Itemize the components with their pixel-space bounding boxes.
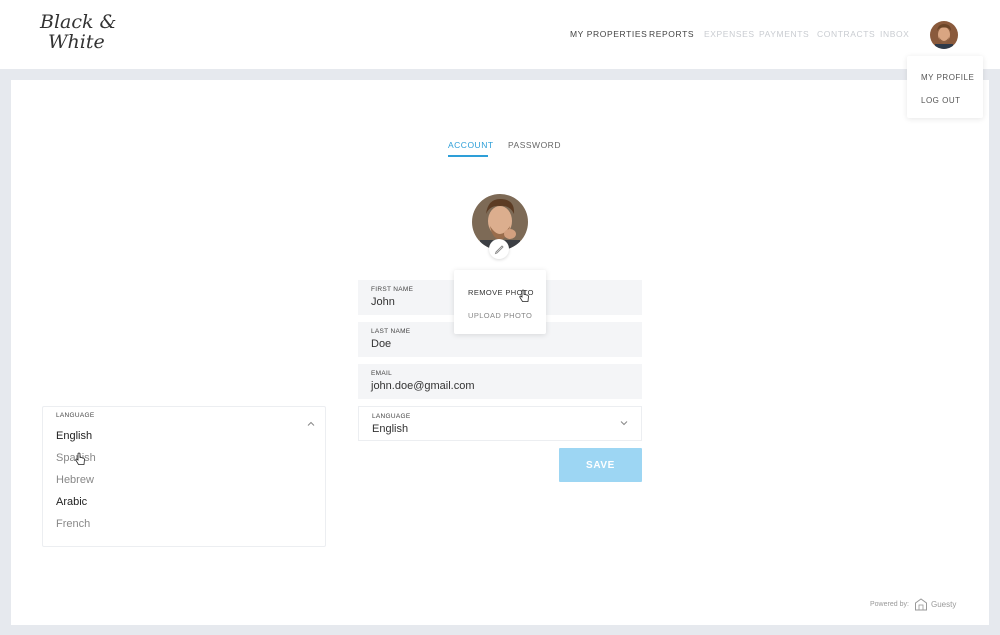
- profile-dropdown-menu: MY PROFILE LOG OUT: [907, 56, 983, 118]
- user-avatar[interactable]: [930, 21, 958, 49]
- language-option-hebrew[interactable]: Hebrew: [56, 474, 94, 486]
- photo-options-menu: REMOVE PHOTO UPLOAD PHOTO: [454, 270, 546, 334]
- brand-logo[interactable]: Black & White: [40, 12, 116, 52]
- language-option-french[interactable]: French: [56, 518, 90, 530]
- hand-cursor-icon: [75, 452, 85, 465]
- language-select[interactable]: LANGUAGE English: [358, 406, 642, 441]
- tab-password[interactable]: PASSWORD: [508, 140, 561, 150]
- menu-item-my-profile[interactable]: MY PROFILE: [921, 73, 974, 82]
- save-button[interactable]: SAVE: [559, 448, 642, 482]
- powered-by-label: Powered by:: [870, 601, 909, 608]
- last-name-value: Doe: [371, 338, 392, 350]
- language-value: English: [372, 423, 409, 435]
- edit-photo-button[interactable]: [489, 239, 509, 259]
- first-name-value: John: [371, 296, 395, 308]
- language-option-english[interactable]: English: [56, 430, 92, 442]
- tab-account[interactable]: ACCOUNT: [448, 140, 494, 150]
- hand-cursor-icon: [519, 289, 529, 302]
- top-bar: Black & White MY PROPERTIES REPORTS EXPE…: [0, 0, 1000, 69]
- language-option-arabic[interactable]: Arabic: [56, 496, 87, 508]
- active-tab-underline: [448, 155, 488, 157]
- nav-payments[interactable]: PAYMENTS: [759, 29, 809, 39]
- last-name-label: LAST NAME: [371, 328, 411, 335]
- edit-pencil-icon: [494, 245, 504, 255]
- email-value: john.doe@gmail.com: [371, 380, 475, 392]
- menu-item-log-out[interactable]: LOG OUT: [921, 96, 961, 105]
- guesty-logo-icon: [915, 598, 927, 611]
- nav-inbox[interactable]: INBOX: [880, 29, 909, 39]
- nav-contracts[interactable]: CONTRACTS: [817, 29, 875, 39]
- logo-line-2: White: [48, 31, 105, 53]
- email-field[interactable]: EMAIL john.doe@gmail.com: [358, 364, 642, 399]
- chevron-up-icon[interactable]: [306, 419, 316, 429]
- language-dropdown-expanded: LANGUAGE English Spanish Hebrew Arabic F…: [42, 406, 326, 547]
- avatar-image: [930, 21, 958, 49]
- nav-expenses[interactable]: EXPENSES: [704, 29, 755, 39]
- first-name-label: FIRST NAME: [371, 286, 414, 293]
- logo-line-1: Black &: [40, 11, 117, 33]
- email-label: EMAIL: [371, 370, 393, 377]
- upload-photo-option[interactable]: UPLOAD PHOTO: [468, 311, 532, 320]
- nav-reports[interactable]: REPORTS: [649, 29, 694, 39]
- language-label: LANGUAGE: [372, 413, 411, 420]
- nav-my-properties[interactable]: MY PROPERTIES: [570, 29, 647, 39]
- chevron-down-icon: [620, 421, 628, 426]
- language-dropdown-label: LANGUAGE: [56, 412, 95, 419]
- guesty-brand[interactable]: Guesty: [931, 600, 956, 609]
